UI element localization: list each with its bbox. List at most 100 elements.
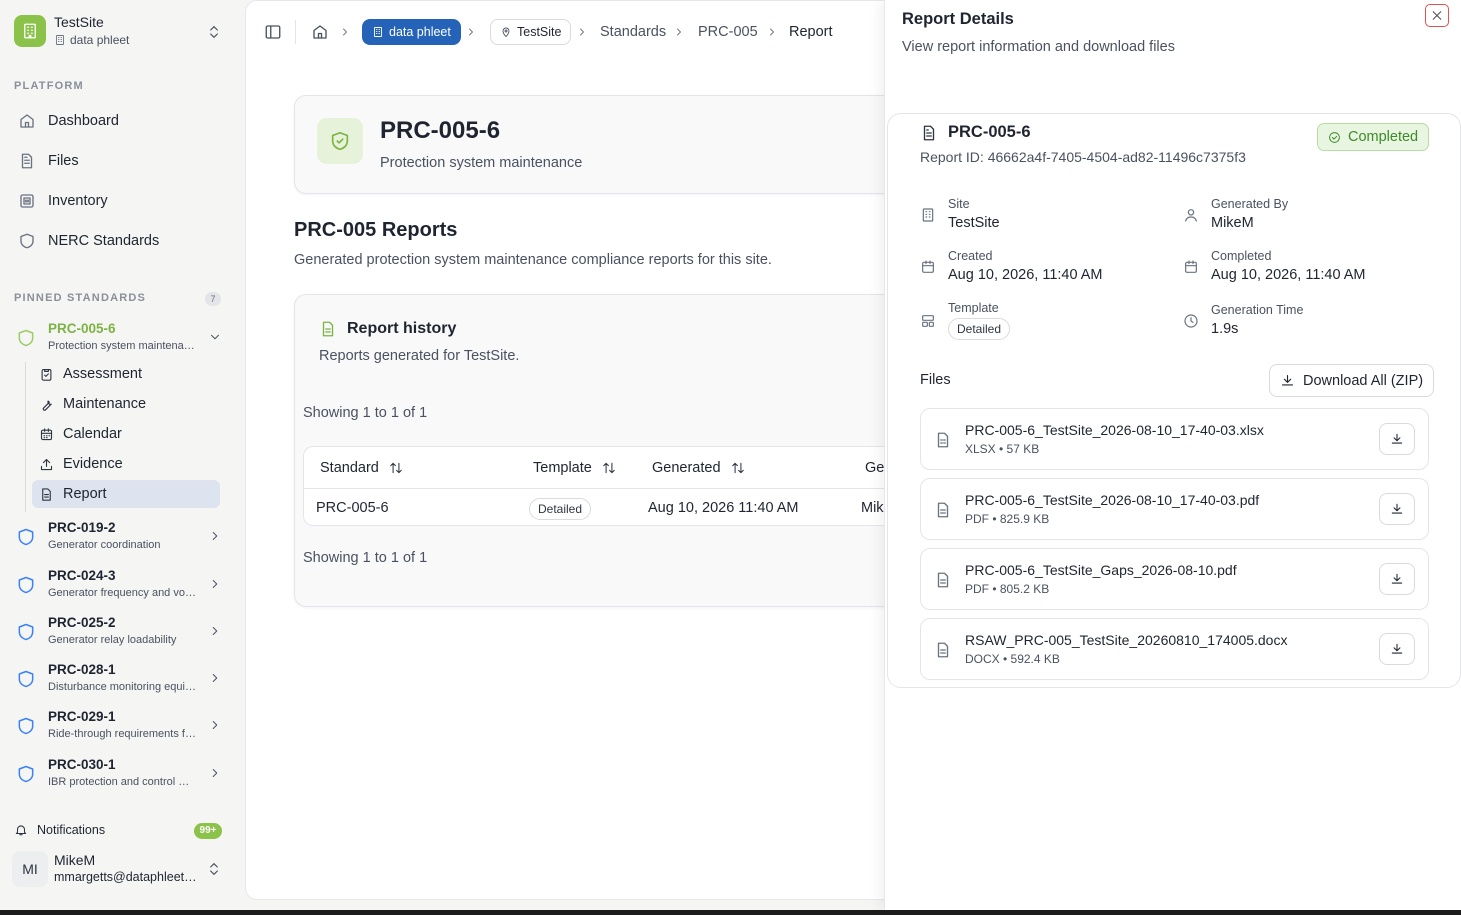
sub-item-report[interactable]: Report <box>32 480 220 508</box>
breadcrumb-standards[interactable]: Standards <box>600 24 666 40</box>
org-chip-label: data phleet <box>389 25 451 39</box>
site-label: Site <box>948 197 970 211</box>
breadcrumb-prc-005[interactable]: PRC-005 <box>698 24 758 40</box>
pinned-standard-prc-029-1[interactable]: PRC-029-1 Ride-through requirements f… <box>10 707 225 747</box>
template-badge: Detailed <box>529 498 592 520</box>
file-text-icon <box>319 320 337 338</box>
download-all-button[interactable]: Download All (ZIP) <box>1269 364 1435 397</box>
status-badge: Completed <box>1317 123 1430 151</box>
user-menu-chevrons-icon[interactable] <box>206 860 222 878</box>
shield-icon <box>16 527 36 547</box>
upload-icon <box>39 457 54 472</box>
column-header-generated[interactable]: Generated <box>652 460 745 476</box>
chevron-right-icon <box>766 26 778 38</box>
avatar[interactable]: MI <box>12 851 48 887</box>
standard-code: PRC-028-1 <box>48 662 116 677</box>
site-logo-icon[interactable] <box>14 15 46 47</box>
user-email: mmargetts@dataphleet.… <box>54 870 199 884</box>
column-header-standard[interactable]: Standard <box>320 460 403 476</box>
report-title: PRC-005-6 <box>920 123 1031 142</box>
column-header-generated-by[interactable]: Ge <box>865 460 884 476</box>
drawer-subtitle: View report information and download fil… <box>902 39 1175 55</box>
pinned-standard-prc-019-2[interactable]: PRC-019-2 Generator coordination <box>10 518 225 558</box>
clipboard-check-icon <box>39 367 54 382</box>
download-icon <box>1280 373 1295 388</box>
nav-nerc-standards[interactable]: NERC Standards <box>10 225 220 257</box>
column-header-label: Generated <box>652 460 721 476</box>
chevron-right-icon[interactable] <box>208 577 222 591</box>
site-chip-label: TestSite <box>517 25 562 39</box>
file-row: RSAW_PRC-005_TestSite_20260810_174005.do… <box>920 618 1429 680</box>
chevron-right-icon[interactable] <box>208 671 222 685</box>
file-meta: PDF • 825.9 KB <box>965 512 1050 526</box>
pinned-standard-prc-024-3[interactable]: PRC-024-3 Generator frequency and vo… <box>10 566 225 606</box>
nav-nerc-standards-label: NERC Standards <box>48 233 160 249</box>
sidebar: TestSite data phleet PLATFORM Dashboard … <box>0 0 245 910</box>
sidebar-toggle-icon[interactable] <box>264 23 282 41</box>
user-name[interactable]: MikeM <box>54 852 95 868</box>
sub-item-calendar[interactable]: Calendar <box>32 420 220 448</box>
window-bottom-edge <box>0 910 1461 915</box>
standard-description: Protection system maintena… <box>48 340 195 352</box>
shield-icon <box>16 764 36 784</box>
pinned-standard-prc-030-1[interactable]: PRC-030-1 IBR protection and control … <box>10 755 225 795</box>
standard-code: PRC-024-3 <box>48 568 116 583</box>
cell-standard[interactable]: PRC-005-6 <box>316 500 389 516</box>
standard-description: Ride-through requirements f… <box>48 728 196 740</box>
shield-icon <box>18 232 36 250</box>
pinned-standard-prc-028-1[interactable]: PRC-028-1 Disturbance monitoring equi… <box>10 660 225 700</box>
pinned-count-badge: 7 <box>205 292 221 306</box>
column-header-label: Ge <box>865 460 885 476</box>
check-circle-icon <box>1328 131 1341 144</box>
file-row: PRC-005-6_TestSite_2026-08-10_17-40-03.p… <box>920 478 1429 540</box>
shield-icon <box>16 669 36 689</box>
chevron-right-icon[interactable] <box>208 529 222 543</box>
nav-inventory[interactable]: Inventory <box>10 185 220 217</box>
download-icon[interactable] <box>1379 633 1415 665</box>
template-badge: Detailed <box>948 318 1011 340</box>
sort-icon <box>602 461 616 475</box>
wrench-icon <box>39 397 54 412</box>
document-file-icon <box>934 570 952 590</box>
generated-by-value: MikeM <box>1211 215 1254 231</box>
file-meta: DOCX • 592.4 KB <box>965 652 1060 666</box>
sub-item-maintenance[interactable]: Maintenance <box>32 390 220 418</box>
site-switcher-chevrons-icon[interactable] <box>206 23 222 41</box>
notifications-label: Notifications <box>37 823 106 837</box>
org-chip[interactable]: data phleet <box>362 19 461 45</box>
chevron-right-icon[interactable] <box>208 624 222 638</box>
sub-item-evidence[interactable]: Evidence <box>32 450 220 478</box>
user-icon <box>1183 207 1199 223</box>
nav-inventory-label: Inventory <box>48 193 108 209</box>
site-chip[interactable]: TestSite <box>490 19 572 45</box>
chevron-right-icon[interactable] <box>208 766 222 780</box>
nav-files[interactable]: Files <box>10 145 220 177</box>
chevron-right-icon[interactable] <box>208 718 222 732</box>
completed-value: Aug 10, 2026, 11:40 AM <box>1211 267 1366 283</box>
sub-item-label: Calendar <box>63 426 122 442</box>
inventory-icon <box>18 192 36 210</box>
close-icon[interactable] <box>1425 4 1449 27</box>
download-icon[interactable] <box>1379 563 1415 595</box>
file-name: RSAW_PRC-005_TestSite_20260810_174005.do… <box>965 632 1288 648</box>
download-icon[interactable] <box>1379 493 1415 525</box>
sub-item-assessment[interactable]: Assessment <box>32 360 220 388</box>
nav-dashboard[interactable]: Dashboard <box>10 105 220 137</box>
home-icon[interactable] <box>311 23 329 41</box>
pinned-standards-label: PINNED STANDARDS <box>14 292 147 304</box>
pinned-standard-prc-025-2[interactable]: PRC-025-2 Generator relay loadability <box>10 613 225 653</box>
chevron-down-icon[interactable] <box>208 330 222 344</box>
map-pin-icon <box>500 26 512 38</box>
sub-item-label: Maintenance <box>63 396 147 412</box>
pagination-summary-bottom: Showing 1 to 1 of 1 <box>303 550 428 566</box>
notifications-link[interactable]: Notifications <box>14 823 105 837</box>
reports-heading: PRC-005 Reports <box>294 219 458 241</box>
report-history-title: Report history <box>319 320 456 338</box>
file-icon <box>18 152 36 170</box>
download-icon[interactable] <box>1379 423 1415 455</box>
column-header-template[interactable]: Template <box>533 460 616 476</box>
site-name[interactable]: TestSite <box>54 14 104 30</box>
status-text: Completed <box>1348 129 1419 145</box>
nav-files-label: Files <box>48 153 79 169</box>
pinned-standard-prc-005-6[interactable]: PRC-005-6 Protection system maintena… <box>10 319 225 359</box>
